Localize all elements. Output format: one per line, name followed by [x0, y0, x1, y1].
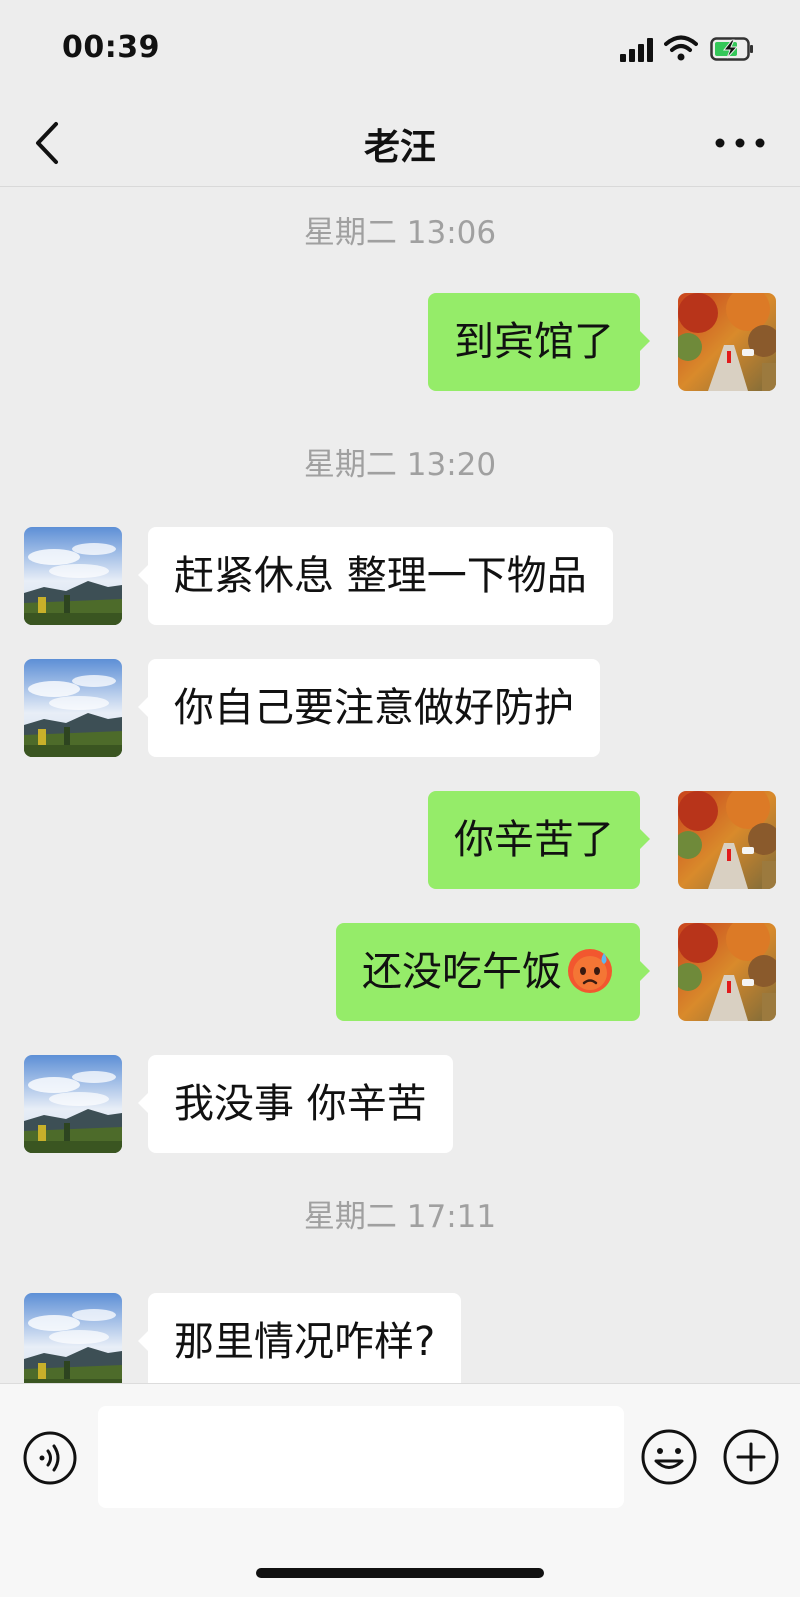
- incoming-message[interactable]: 你自己要注意做好防护: [138, 659, 600, 757]
- timestamp: 星期二 17:11: [303, 1199, 497, 1235]
- outgoing-message[interactable]: 到宾馆了: [428, 293, 650, 391]
- timestamp: 星期二 13:20: [303, 447, 497, 483]
- chat-header: 老汪: [0, 100, 800, 187]
- plus-icon[interactable]: [722, 1428, 780, 1486]
- message-text: 还没吃午饭: [362, 949, 562, 995]
- home-indicator[interactable]: [256, 1568, 544, 1578]
- contact-avatar[interactable]: [24, 659, 122, 757]
- status-bar: 00:39: [0, 0, 800, 100]
- outgoing-message[interactable]: 你辛苦了: [428, 791, 650, 889]
- message-list[interactable]: 星期二 13:06 到宾馆了 星期二 13:20 赶紧休息 整理一下物品 你自己…: [0, 187, 800, 1383]
- wifi-icon: [664, 35, 698, 61]
- incoming-message[interactable]: 我没事 你辛苦: [138, 1055, 453, 1153]
- status-time: 00:39: [62, 30, 160, 65]
- chat-title: 老汪: [363, 127, 436, 168]
- incoming-message[interactable]: 那里情况咋样?: [137, 1293, 462, 1383]
- outgoing-message[interactable]: 还没吃午饭: [336, 923, 650, 1021]
- more-dots-icon[interactable]: [712, 128, 768, 158]
- emoji-face-icon[interactable]: [640, 1428, 698, 1486]
- battery-charging-icon: [710, 37, 753, 61]
- signal-icon: [620, 38, 656, 62]
- contact-avatar[interactable]: [24, 527, 122, 625]
- anxious-sweat-face-emoji: [568, 949, 612, 993]
- contact-avatar[interactable]: [24, 1293, 122, 1383]
- contact-avatar[interactable]: [24, 1055, 122, 1153]
- my-avatar[interactable]: [678, 923, 776, 1021]
- timestamp: 星期二 13:06: [303, 215, 497, 251]
- voice-icon[interactable]: [22, 1430, 78, 1486]
- my-avatar[interactable]: [678, 293, 776, 391]
- incoming-message[interactable]: 赶紧休息 整理一下物品: [138, 527, 613, 625]
- input-bar: [0, 1383, 800, 1597]
- my-avatar[interactable]: [678, 791, 776, 889]
- message-input[interactable]: [98, 1406, 624, 1508]
